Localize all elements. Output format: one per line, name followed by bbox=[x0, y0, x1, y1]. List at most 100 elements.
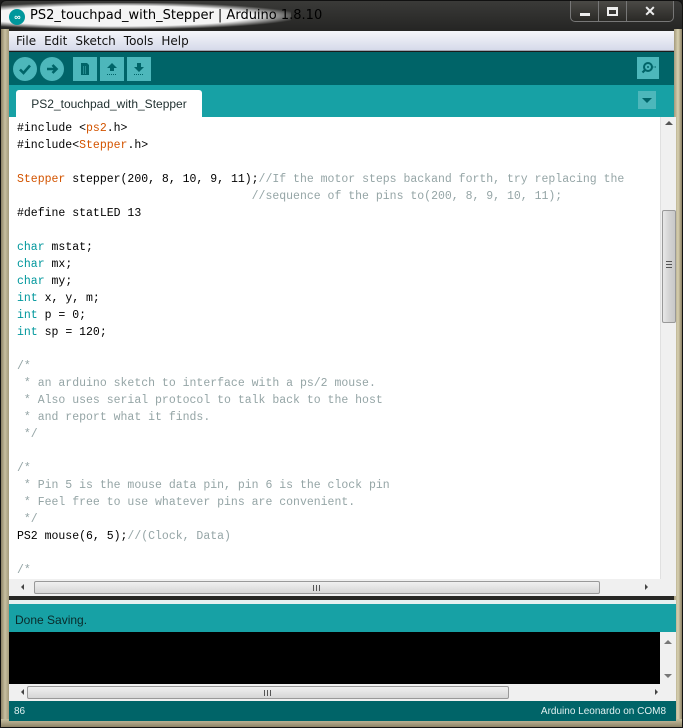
toolbar bbox=[9, 52, 674, 85]
code-keyword: int bbox=[17, 309, 38, 322]
magnifier-icon bbox=[641, 62, 656, 74]
code-line[interactable] bbox=[17, 545, 624, 562]
scroll-down-arrow-icon[interactable] bbox=[664, 674, 672, 678]
code-keyword: char bbox=[17, 241, 45, 254]
code-line[interactable]: * and report what it finds. bbox=[17, 409, 624, 426]
code-keyword: ps2 bbox=[86, 122, 107, 135]
window-controls: ✕ bbox=[570, 1, 674, 22]
upload-button[interactable] bbox=[40, 57, 64, 81]
console-output[interactable] bbox=[9, 632, 660, 684]
code-comment: */ bbox=[17, 513, 38, 526]
code-comment: /* bbox=[17, 564, 31, 577]
code-keyword: int bbox=[17, 326, 38, 339]
code-line[interactable] bbox=[17, 443, 624, 460]
menu-edit[interactable]: Edit bbox=[40, 34, 71, 48]
console-horizontal-scroll-thumb[interactable] bbox=[27, 686, 509, 699]
scroll-up-arrow-icon[interactable] bbox=[665, 121, 673, 125]
window-title: PS2_touchpad_with_Stepper | Arduino 1.8.… bbox=[30, 8, 323, 23]
code-editor[interactable]: #include <ps2.h> #include<Stepper.h> Stepp… bbox=[9, 117, 660, 579]
grip-icon bbox=[313, 585, 320, 591]
title-bar[interactable]: ∞ PS2_touchpad_with_Stepper | Arduino 1.… bbox=[1, 1, 682, 31]
editor-horizontal-scrollbar[interactable] bbox=[9, 579, 660, 596]
code-line[interactable]: #define statLED 13 bbox=[17, 205, 624, 222]
check-icon bbox=[19, 64, 31, 75]
menu-tools[interactable]: Tools bbox=[120, 34, 158, 48]
code-token: .h> bbox=[127, 139, 149, 152]
code-line[interactable]: * Feel free to use whatever pins are con… bbox=[17, 494, 624, 511]
scroll-right-arrow-icon[interactable] bbox=[655, 689, 658, 695]
code-keyword: Stepper bbox=[79, 139, 128, 152]
code-line[interactable]: * Also uses serial protocol to talk back… bbox=[17, 392, 624, 409]
code-line[interactable]: * Pin 5 is the mouse data pin, pin 6 is … bbox=[17, 477, 624, 494]
code-token: mx; bbox=[44, 258, 73, 271]
code-line[interactable]: int sp = 120; bbox=[17, 324, 624, 341]
code-keyword: Stepper bbox=[17, 173, 66, 186]
code-line[interactable]: /* bbox=[17, 460, 624, 477]
scroll-left-arrow-icon[interactable] bbox=[21, 689, 24, 695]
code-line[interactable]: /* bbox=[17, 562, 624, 579]
code-line[interactable]: #include<Stepper.h> bbox=[17, 137, 624, 154]
code-line[interactable]: /* bbox=[17, 358, 624, 375]
code-line[interactable]: Stepper stepper(200, 8, 10, 9, 11);//If … bbox=[17, 171, 624, 188]
code-line[interactable]: char mstat; bbox=[17, 239, 624, 256]
close-button[interactable]: ✕ bbox=[627, 1, 673, 21]
code-line[interactable]: PS2 mouse(6, 5);//(Clock, Data) bbox=[17, 528, 624, 545]
code-line[interactable]: */ bbox=[17, 511, 624, 528]
arrow-right-icon bbox=[47, 64, 59, 74]
code-line[interactable]: #include <ps2.h> bbox=[17, 120, 624, 137]
console-horizontal-scrollbar[interactable] bbox=[9, 684, 676, 701]
window-frame-left bbox=[1, 29, 9, 727]
code-keyword: char bbox=[17, 275, 45, 288]
save-button[interactable] bbox=[127, 57, 151, 81]
menu-help[interactable]: Help bbox=[157, 34, 192, 48]
open-button[interactable] bbox=[100, 57, 124, 81]
code-line[interactable] bbox=[17, 341, 624, 358]
editor-vertical-scrollbar[interactable] bbox=[660, 117, 676, 579]
tab-menu-button[interactable] bbox=[638, 91, 656, 109]
code-text[interactable]: #include <ps2.h> #include<Stepper.h> Stepp… bbox=[17, 120, 624, 579]
grip-icon bbox=[666, 261, 672, 268]
footer-bar: 86 Arduino Leonardo on COM8 bbox=[9, 701, 676, 721]
code-line[interactable]: //sequence of the pins to(200, 8, 9, 10,… bbox=[17, 188, 624, 205]
code-token: mstat; bbox=[44, 241, 93, 254]
minimize-button[interactable] bbox=[571, 1, 599, 21]
arrow-up-icon bbox=[107, 63, 117, 75]
menu-sketch[interactable]: Sketch bbox=[71, 34, 119, 48]
code-comment: /* bbox=[17, 360, 31, 373]
scroll-left-arrow-icon[interactable] bbox=[21, 584, 24, 590]
verify-button[interactable] bbox=[13, 57, 37, 81]
serial-monitor-button[interactable] bbox=[637, 57, 659, 79]
new-sketch-button[interactable] bbox=[73, 57, 97, 81]
menu-bar: File Edit Sketch Tools Help bbox=[9, 31, 674, 51]
code-line[interactable]: * an arduino sketch to interface with a … bbox=[17, 375, 624, 392]
code-comment: //If the motor steps backand forth, try … bbox=[258, 173, 625, 186]
scroll-up-arrow-icon[interactable] bbox=[664, 640, 672, 644]
code-token: p = 0; bbox=[37, 309, 87, 322]
code-comment: */ bbox=[17, 428, 38, 441]
editor-horizontal-scroll-thumb[interactable] bbox=[34, 581, 600, 594]
code-comment: /* bbox=[17, 462, 31, 475]
maximize-icon bbox=[607, 6, 618, 16]
scroll-right-arrow-icon[interactable] bbox=[645, 584, 648, 590]
code-line[interactable] bbox=[17, 154, 624, 171]
code-comment: * Also uses serial protocol to talk back… bbox=[17, 394, 383, 407]
code-line[interactable]: char mx; bbox=[17, 256, 624, 273]
scrollbar-corner bbox=[660, 579, 676, 596]
tab-sketch[interactable]: PS2_touchpad_with_Stepper bbox=[16, 90, 202, 117]
code-comment: * an arduino sketch to interface with a … bbox=[17, 377, 376, 390]
editor-vertical-scroll-thumb[interactable] bbox=[662, 210, 676, 323]
code-line[interactable]: */ bbox=[17, 426, 624, 443]
maximize-button[interactable] bbox=[599, 1, 627, 21]
code-line[interactable]: int x, y, m; bbox=[17, 290, 624, 307]
code-token: my; bbox=[44, 275, 73, 288]
code-token: #include < bbox=[17, 122, 87, 135]
code-token: x, y, m; bbox=[37, 292, 100, 305]
arrow-down-icon bbox=[134, 63, 144, 75]
code-keyword: int bbox=[17, 292, 38, 305]
menu-file[interactable]: File bbox=[12, 34, 40, 48]
code-line[interactable]: int p = 0; bbox=[17, 307, 624, 324]
arduino-ide-window: ∞ PS2_touchpad_with_Stepper | Arduino 1.… bbox=[0, 0, 683, 728]
code-line[interactable] bbox=[17, 222, 624, 239]
console-vertical-scrollbar[interactable] bbox=[660, 632, 676, 684]
code-line[interactable]: char my; bbox=[17, 273, 624, 290]
